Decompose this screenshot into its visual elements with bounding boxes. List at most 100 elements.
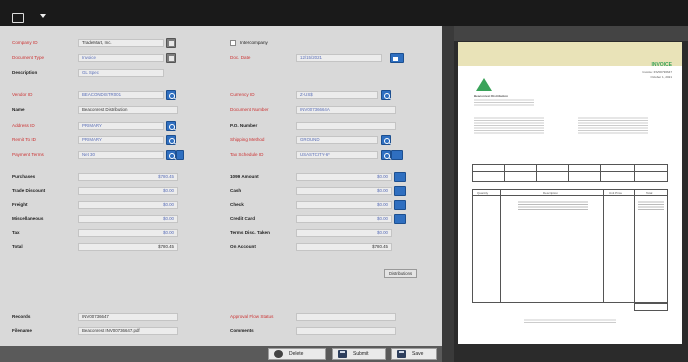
currency-lookup-button[interactable] — [381, 90, 391, 100]
miscellaneous-field[interactable]: $0.00 — [78, 215, 178, 223]
order-col-4 — [600, 164, 601, 182]
payment-terms-dropdown[interactable] — [176, 150, 184, 160]
invoice-footer-note — [524, 318, 616, 324]
check-label: Check — [230, 202, 244, 207]
remit-to-lookup-button[interactable] — [166, 135, 176, 145]
document-type-field[interactable]: Invoice — [78, 54, 164, 62]
records-field[interactable]: INV00736647 — [78, 313, 178, 321]
company-lookup-button[interactable] — [166, 38, 176, 48]
records-label: Records — [12, 314, 31, 319]
on-account-label: On Account — [230, 244, 256, 249]
amount-1099-label: 1099 Amount — [230, 174, 259, 179]
filename-field[interactable]: Beaconrest INV00736647.pdf — [78, 327, 178, 335]
th-unit-price: Unit Price — [609, 191, 623, 195]
th-quantity: Quantity — [477, 191, 489, 195]
company-logo-icon — [476, 78, 492, 91]
from-address — [474, 98, 534, 106]
purchases-field[interactable]: $780.45 — [78, 173, 178, 181]
company-id-label: Company ID — [12, 40, 38, 45]
invoice-date: October 1, 2021 — [650, 75, 672, 79]
remit-to-id-field[interactable]: PRIMARY — [78, 136, 164, 144]
company-id-field[interactable]: TradeMart, Inc. — [78, 39, 164, 47]
submit-icon — [338, 350, 347, 358]
approval-flow-status-field[interactable] — [296, 313, 396, 321]
payment-terms-lookup-button[interactable] — [166, 150, 176, 160]
address-id-field[interactable]: PRIMARY — [78, 122, 164, 130]
search-icon — [169, 153, 175, 159]
amount-1099-button[interactable] — [394, 172, 406, 182]
document-number-field[interactable]: INV00736664A — [296, 106, 396, 114]
search-icon — [169, 124, 175, 130]
name-field[interactable]: Beaconrest Distribution — [78, 106, 178, 114]
tax-field[interactable]: $0.00 — [78, 229, 178, 237]
description-label: Description — [12, 70, 38, 75]
calendar-icon — [393, 57, 398, 61]
order-col-3 — [568, 164, 569, 182]
save-button[interactable]: Save — [391, 348, 437, 360]
currency-id-field[interactable]: Z-US$ — [296, 91, 378, 99]
payment-terms-field[interactable]: Net 30 — [78, 151, 164, 159]
distributions-button[interactable]: Distributions — [384, 269, 418, 278]
search-icon — [384, 93, 390, 99]
filename-label: Filename — [12, 328, 32, 333]
document-viewer: INVOICE Invoice: INV00736647 October 1, … — [454, 26, 688, 362]
document-type-lookup-button[interactable] — [166, 53, 176, 63]
shipping-method-label: Shipping Method — [230, 137, 265, 142]
miscellaneous-label: Miscellaneous — [12, 216, 44, 221]
line-item-total — [638, 200, 664, 210]
address-id-label: Address ID — [12, 123, 35, 128]
vendor-lookup-button[interactable] — [166, 90, 176, 100]
viewer-toolbar — [454, 26, 688, 41]
order-col-1 — [504, 164, 505, 182]
freight-field[interactable]: $0.00 — [78, 201, 178, 209]
line-col-3 — [634, 189, 635, 311]
search-icon — [169, 93, 175, 99]
dropdown-arrow-icon[interactable] — [40, 14, 46, 18]
check-field[interactable]: $0.00 — [296, 201, 392, 209]
search-icon — [384, 153, 390, 159]
doc-date-label: Doc. Date — [230, 55, 251, 60]
amount-1099-field[interactable]: $0.00 — [296, 173, 392, 181]
th-total: Total — [646, 191, 653, 195]
check-button[interactable] — [394, 200, 406, 210]
description-field[interactable]: GL Spec — [78, 69, 164, 77]
shipping-method-field[interactable]: GROUND — [296, 136, 378, 144]
cash-field[interactable]: $0.00 — [296, 187, 392, 195]
remit-to-id-label: Remit To ID — [12, 137, 36, 142]
on-account-field: $780.45 — [296, 243, 392, 251]
comments-field[interactable] — [296, 327, 396, 335]
document-number-label: Document Number — [230, 107, 269, 112]
delete-button[interactable]: Delete — [268, 348, 326, 360]
window-menu-icon[interactable] — [12, 13, 24, 23]
order-col-2 — [536, 164, 537, 182]
line-col-1 — [500, 189, 501, 303]
vendor-id-field[interactable]: BEACONDISTR001 — [78, 91, 164, 99]
tax-schedule-lookup-button[interactable] — [381, 150, 391, 160]
shipping-method-lookup-button[interactable] — [381, 135, 391, 145]
cash-button[interactable] — [394, 186, 406, 196]
trade-discount-field[interactable]: $0.00 — [78, 187, 178, 195]
terms-disc-field[interactable]: $0.00 — [296, 229, 392, 237]
panel-splitter[interactable] — [442, 26, 454, 362]
tax-schedule-id-field[interactable]: USASTCITY-6* — [296, 151, 378, 159]
tax-schedule-detail-button[interactable] — [391, 150, 403, 160]
invoice-grand-total-box — [634, 303, 668, 311]
vendor-id-label: Vendor ID — [12, 92, 33, 97]
submit-button[interactable]: Submit — [332, 348, 386, 360]
invoice-preview[interactable]: INVOICE Invoice: INV00736647 October 1, … — [458, 42, 682, 344]
form-footer: Delete Submit Save — [0, 346, 442, 362]
credit-card-field[interactable]: $0.00 — [296, 215, 392, 223]
document-type-label: Document Type — [12, 55, 45, 60]
address-lookup-button[interactable] — [166, 121, 176, 131]
doc-date-field[interactable]: 12/15/2021 — [296, 54, 382, 62]
order-info-table — [472, 164, 668, 182]
credit-card-button[interactable] — [394, 214, 406, 224]
intercompany-label: Intercompany — [240, 40, 268, 45]
order-info-divider — [472, 171, 668, 172]
ship-to-address — [578, 116, 648, 134]
currency-id-label: Currency ID — [230, 92, 255, 97]
po-number-field[interactable] — [296, 122, 396, 130]
intercompany-checkbox[interactable] — [230, 40, 236, 46]
po-number-label: P.O. Number — [230, 123, 258, 128]
calendar-button[interactable] — [390, 53, 404, 63]
